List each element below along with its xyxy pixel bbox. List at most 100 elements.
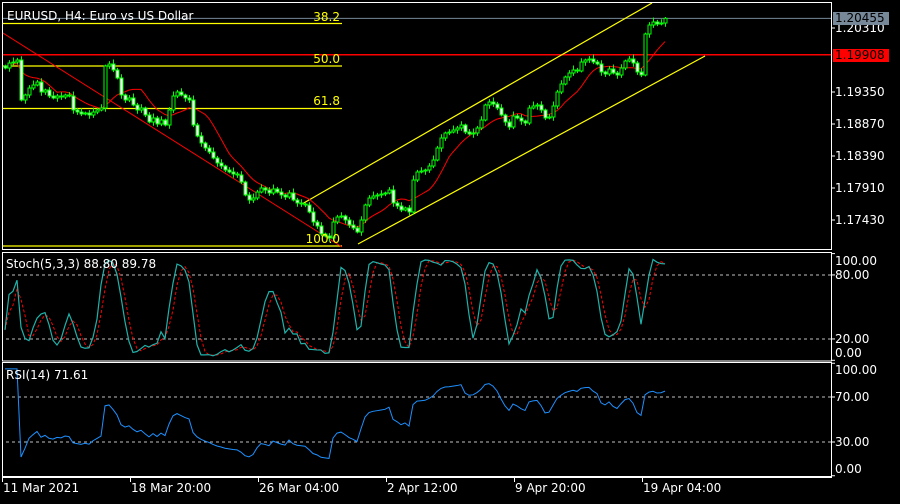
candle-body xyxy=(147,114,152,123)
candle-body xyxy=(23,94,28,101)
candle-body xyxy=(663,17,668,24)
stochastic-label: Stoch(5,3,3) 88.80 89.78 xyxy=(6,257,157,271)
candle-body xyxy=(427,165,432,171)
candle-body xyxy=(575,69,580,72)
candle-body xyxy=(579,61,584,72)
candle-body xyxy=(167,109,172,126)
candle-body xyxy=(623,60,628,69)
candle-body xyxy=(379,193,384,196)
candle-body xyxy=(67,94,72,97)
candle-body xyxy=(419,170,424,173)
candle-body xyxy=(291,192,296,201)
candle-body xyxy=(543,109,548,119)
candle-body xyxy=(59,95,64,98)
candle xyxy=(167,107,172,129)
rsi-label: RSI(14) 71.61 xyxy=(6,368,89,382)
candle-body xyxy=(311,211,316,223)
candle-body xyxy=(191,99,196,126)
time-axis-label: 11 Mar 2021 xyxy=(3,481,80,495)
candle-body xyxy=(487,101,492,106)
rsi-axis-label: 0.00 xyxy=(835,462,862,476)
candle-body xyxy=(295,199,300,204)
candle-body xyxy=(275,188,280,193)
candle-body xyxy=(267,189,272,194)
candle-body xyxy=(195,124,200,137)
candle xyxy=(643,32,648,77)
candle-body xyxy=(55,95,60,99)
candle-body xyxy=(51,95,56,99)
candle-body xyxy=(403,207,408,211)
candle xyxy=(195,122,200,138)
candle-body xyxy=(459,124,464,129)
candle-body xyxy=(471,132,476,135)
candle-body xyxy=(7,62,12,69)
candle xyxy=(543,108,548,121)
stochastic-axis-label: 0.00 xyxy=(835,346,862,360)
candle xyxy=(115,67,120,80)
candle-body xyxy=(587,58,592,61)
candle-body xyxy=(595,61,600,65)
candle-body xyxy=(179,91,184,96)
candle-body xyxy=(235,173,240,176)
stochastic-axis-label: 100.00 xyxy=(835,254,877,268)
candle-body xyxy=(515,115,520,119)
candle xyxy=(243,180,248,197)
candle xyxy=(411,175,416,215)
candle-body xyxy=(339,215,344,218)
candle-body xyxy=(231,171,236,175)
price-axis-label: 1.18390 xyxy=(835,149,885,163)
candle-body xyxy=(11,61,16,64)
candle-body xyxy=(299,202,304,205)
candle-body xyxy=(335,216,340,223)
level-price-tag: 1.19908 xyxy=(833,48,889,62)
candle-body xyxy=(535,104,540,107)
chart-title: EURUSD, H4: Euro vs US Dollar xyxy=(7,9,194,23)
candle-body xyxy=(407,207,412,213)
candle-body xyxy=(423,169,428,172)
candle-body xyxy=(511,115,516,128)
candle-body xyxy=(531,105,536,109)
candle-body xyxy=(187,97,192,101)
candle-body xyxy=(591,58,596,63)
candle-body xyxy=(175,91,180,97)
candle-body xyxy=(631,58,636,64)
candle-body xyxy=(115,69,120,79)
candle-body xyxy=(271,188,276,194)
candle-body xyxy=(19,59,24,101)
candle-body xyxy=(451,129,456,133)
candle-body xyxy=(475,127,480,134)
candle-body xyxy=(411,179,416,213)
candle-body xyxy=(399,205,404,211)
candle-body xyxy=(171,95,176,111)
candle-body xyxy=(627,58,632,62)
candle-body xyxy=(431,159,436,167)
candle-body xyxy=(439,137,444,149)
candle-body xyxy=(163,119,168,126)
candle-body xyxy=(599,63,604,73)
candle-body xyxy=(47,89,52,97)
candle-body xyxy=(447,131,452,134)
candle-body xyxy=(259,187,264,193)
trading-chart[interactable]: EURUSD, H4: Euro vs US Dollar Stoch(5,3,… xyxy=(0,0,900,500)
candle-body xyxy=(219,162,224,167)
candle-body xyxy=(31,84,36,89)
candle-body xyxy=(387,189,392,194)
chart-canvas[interactable] xyxy=(0,0,900,500)
candle-body xyxy=(351,224,356,229)
candle-body xyxy=(635,62,640,73)
candle-body xyxy=(139,107,144,111)
candle xyxy=(415,169,420,183)
price-axis-label: 1.18870 xyxy=(835,117,885,131)
candle-body xyxy=(639,71,644,76)
candle-body xyxy=(563,76,568,85)
candle-body xyxy=(199,135,204,144)
candle-body xyxy=(111,63,116,71)
candle-body xyxy=(83,112,88,115)
candle-body xyxy=(367,197,372,206)
candle-body xyxy=(279,191,284,196)
candle-body xyxy=(551,105,556,118)
price-axis-label: 1.17430 xyxy=(835,213,885,227)
candle-body xyxy=(255,191,260,199)
candle-body xyxy=(655,21,660,25)
candle-body xyxy=(615,72,620,76)
